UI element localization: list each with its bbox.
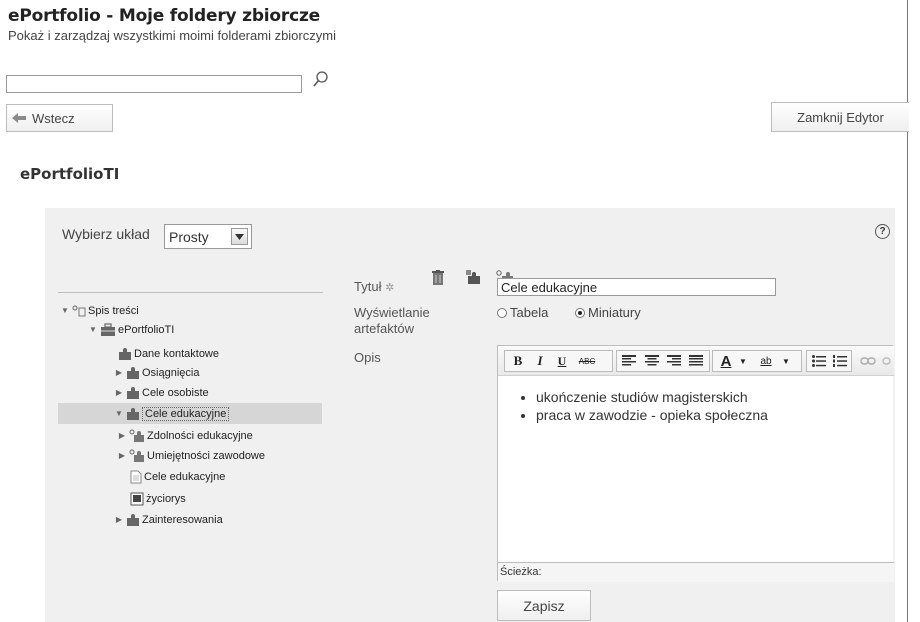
title-label: Tytuł ✲ xyxy=(354,279,395,294)
expand-icon[interactable]: ▶ xyxy=(114,368,124,377)
chevron-down-icon[interactable]: ▼ xyxy=(738,351,748,371)
italic-button[interactable]: I xyxy=(530,351,550,371)
radio-table[interactable]: Tabela xyxy=(497,305,548,320)
search-input[interactable] xyxy=(6,75,302,93)
tree-item-cv[interactable]: życiorys xyxy=(128,489,186,508)
chevron-down-icon[interactable]: ▼ xyxy=(781,351,791,371)
title-input[interactable] xyxy=(497,278,776,296)
back-button[interactable]: Wstecz xyxy=(6,104,113,132)
tree-item-label: Osiągnięcia xyxy=(142,366,200,379)
expand-icon[interactable]: ▶ xyxy=(114,515,124,524)
align-right-icon[interactable] xyxy=(664,351,684,371)
list-item: ukończenie studiów magisterskich xyxy=(536,388,768,406)
puzzle-icon xyxy=(127,513,139,526)
unlink-icon[interactable] xyxy=(880,351,894,371)
tree-item-label: Spis treści xyxy=(88,304,139,317)
tree-item-label: Cele edukacyjne xyxy=(144,470,226,483)
editor-content[interactable]: ukończenie studiów magisterskich praca w… xyxy=(522,388,768,424)
delete-icon[interactable] xyxy=(432,270,444,290)
portfolio-title: ePortfolioTI xyxy=(20,165,120,183)
expand-icon[interactable]: ▼ xyxy=(114,409,124,418)
save-button[interactable]: Zapisz xyxy=(497,590,591,621)
layout-select-value: Prosty xyxy=(169,228,209,245)
display-artifacts-label: Wyświetlanie artefaktów xyxy=(354,305,430,336)
search-icon[interactable] xyxy=(312,70,330,90)
puzzle-icon xyxy=(127,386,139,399)
pdf-icon xyxy=(130,492,144,505)
help-icon[interactable]: ? xyxy=(875,224,890,239)
expand-icon[interactable]: ▼ xyxy=(60,306,70,315)
bold-button[interactable]: B xyxy=(508,351,528,371)
folder-tree-icon xyxy=(72,305,86,316)
chevron-down-icon[interactable] xyxy=(231,228,248,245)
tree-item-label: Zdolności edukacyjne xyxy=(147,429,253,442)
radio-button[interactable] xyxy=(575,307,585,318)
strikethrough-button[interactable]: ABC xyxy=(574,351,600,371)
description-label: Opis xyxy=(354,350,381,365)
tree-item-label: Zainteresowania xyxy=(142,513,223,526)
underline-button[interactable]: U xyxy=(552,351,572,371)
numbered-list-icon[interactable] xyxy=(830,351,850,371)
align-justify-icon[interactable] xyxy=(686,351,706,371)
highlight-color-button[interactable]: ab xyxy=(753,351,779,371)
radio-label: Miniatury xyxy=(588,305,641,320)
required-star-icon: ✲ xyxy=(385,282,395,294)
briefcase-icon xyxy=(101,322,115,336)
bullet-list-icon[interactable] xyxy=(809,351,829,371)
back-arrow-icon xyxy=(12,113,26,123)
tree-item-professional-skills[interactable]: ▶ Umiejętności zawodowe xyxy=(117,446,265,465)
tree-separator xyxy=(58,292,323,293)
editor-path-bar: Ścieżka: xyxy=(498,562,894,582)
font-color-button[interactable]: A xyxy=(715,351,737,371)
tree-item-label: Umiejętności zawodowe xyxy=(147,449,265,462)
radio-thumbnails[interactable]: Miniatury xyxy=(575,305,641,320)
tree-item-portfolio[interactable]: ▼ ePortfolioTI xyxy=(88,320,174,339)
close-editor-label: Zamknij Edytor xyxy=(797,109,884,125)
page-title: ePortfolio - Moje foldery zbiorcze xyxy=(8,6,320,26)
rich-text-editor[interactable]: B I U ABC A ▼ ab ▼ ukończenie studiów ma… xyxy=(497,345,894,582)
subfolder-icon xyxy=(129,449,144,462)
expand-icon[interactable]: ▶ xyxy=(117,451,127,460)
tree-item-education-skills[interactable]: ▶ Zdolności edukacyjne xyxy=(117,426,253,445)
tree-item-label: Cele osobiste xyxy=(142,386,209,399)
add-folder-icon[interactable] xyxy=(466,270,482,290)
puzzle-icon xyxy=(127,366,139,379)
radio-button[interactable] xyxy=(497,307,507,318)
save-button-label: Zapisz xyxy=(523,597,565,614)
back-button-label: Wstecz xyxy=(32,110,75,126)
puzzle-icon xyxy=(119,347,131,360)
subfolder-icon xyxy=(129,429,144,442)
tree-item-label: Dane kontaktowe xyxy=(134,347,219,360)
tree-item-contact[interactable]: Dane kontaktowe xyxy=(106,344,219,363)
layout-select[interactable]: Prosty xyxy=(164,224,252,249)
editor-toolbar: B I U ABC A ▼ ab ▼ xyxy=(498,346,894,376)
expand-icon[interactable]: ▶ xyxy=(117,431,127,440)
tree-item-root[interactable]: ▼ Spis treści xyxy=(60,301,139,320)
tree-item-label: Cele edukacyjne xyxy=(142,406,230,421)
expand-icon[interactable]: ▶ xyxy=(114,388,124,397)
close-editor-button[interactable]: Zamknij Edytor xyxy=(771,102,909,132)
layout-label: Wybierz układ xyxy=(62,226,150,242)
link-icon[interactable] xyxy=(858,351,878,371)
tree-item-interests[interactable]: ▶ Zainteresowania xyxy=(114,510,223,529)
puzzle-icon xyxy=(127,407,139,420)
align-left-icon[interactable] xyxy=(619,351,639,371)
expand-icon[interactable]: ▼ xyxy=(88,325,98,334)
tree-item-label: życiorys xyxy=(146,492,186,505)
tree-item-label: ePortfolioTI xyxy=(118,323,175,336)
list-item: praca w zawodzie - opieka społeczna xyxy=(536,406,768,424)
radio-label: Tabela xyxy=(510,305,549,320)
tree-item-education-goals-doc[interactable]: Cele edukacyjne xyxy=(128,467,225,486)
align-center-icon[interactable] xyxy=(642,351,662,371)
tree-item-personal-goals[interactable]: ▶ Cele osobiste xyxy=(114,383,209,402)
document-icon xyxy=(130,470,142,483)
tree-item-education-goals[interactable]: ▼ Cele edukacyjne xyxy=(114,404,230,423)
tree-item-achievements[interactable]: ▶ Osiągnięcia xyxy=(114,363,199,382)
page-subtitle: Pokaż i zarządzaj wszystkimi moimi folde… xyxy=(8,28,336,43)
